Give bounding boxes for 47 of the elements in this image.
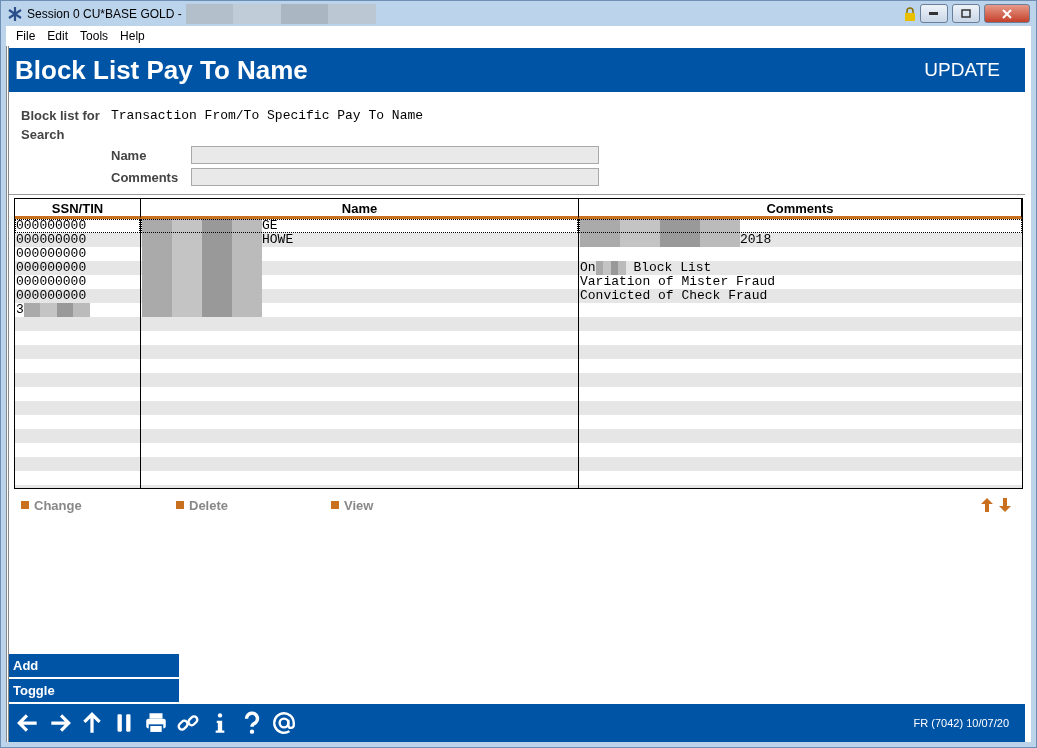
field-value: Transaction From/To Specific Pay To Name [111, 108, 425, 123]
table-cell: 2018 [740, 233, 772, 247]
field-label: Block list for [21, 108, 101, 123]
table-cell: 000000000 [16, 219, 87, 233]
menu-item[interactable]: Tools [74, 29, 115, 43]
table-cell: HOWE [262, 233, 294, 247]
redaction-block [595, 261, 626, 275]
maximize-button[interactable] [952, 4, 980, 23]
maximize-icon [961, 9, 971, 18]
side-button[interactable]: Add [9, 654, 179, 677]
table-cell-text: Block List [632, 261, 712, 275]
mode-label: UPDATE [924, 59, 1000, 81]
table-cell: GE [262, 219, 278, 233]
table-cell: 000000000 [16, 233, 87, 247]
action-link[interactable]: View [331, 497, 486, 513]
table-cell: On [580, 261, 596, 275]
minimize-button[interactable] [920, 4, 948, 23]
minimize-icon [929, 11, 939, 16]
email-icon[interactable] [271, 710, 297, 736]
table-cell: 000000000 [16, 275, 87, 289]
action-link[interactable]: Delete [176, 497, 331, 513]
page-title: Block List Pay To Name [15, 54, 308, 86]
close-button[interactable] [984, 4, 1030, 23]
action-link[interactable]: Change [21, 497, 176, 513]
search-field[interactable] [191, 146, 599, 164]
table-cell: 000000000 [16, 247, 87, 261]
menu-item[interactable]: Help [114, 29, 151, 43]
field-label: Name [111, 147, 148, 163]
lock-icon [904, 6, 916, 21]
menu-item[interactable]: Edit [41, 29, 75, 43]
table-cell: Convicted of Check Fraud [580, 289, 768, 303]
close-icon [1002, 8, 1012, 19]
table-cell: 3 [16, 303, 24, 317]
scroll-down-icon[interactable] [997, 497, 1013, 513]
table-cell: 000000000 [16, 289, 87, 303]
app-logo-icon [7, 5, 23, 22]
search-field[interactable] [191, 168, 599, 186]
status-text: FR (7042) 10/07/20 [913, 717, 1009, 729]
field-label: Comments [111, 169, 180, 185]
section-label: Search [21, 127, 66, 142]
menu-item[interactable]: File [10, 29, 42, 43]
scroll-up-icon[interactable] [979, 497, 995, 513]
redaction-block [23, 303, 90, 317]
window-title: Session 0 CU*BASE GOLD - [27, 6, 182, 21]
side-button[interactable]: Toggle [9, 679, 179, 702]
table-cell: 000000000 [16, 261, 87, 275]
table-cell: Variation of Mister Fraud [580, 275, 776, 289]
